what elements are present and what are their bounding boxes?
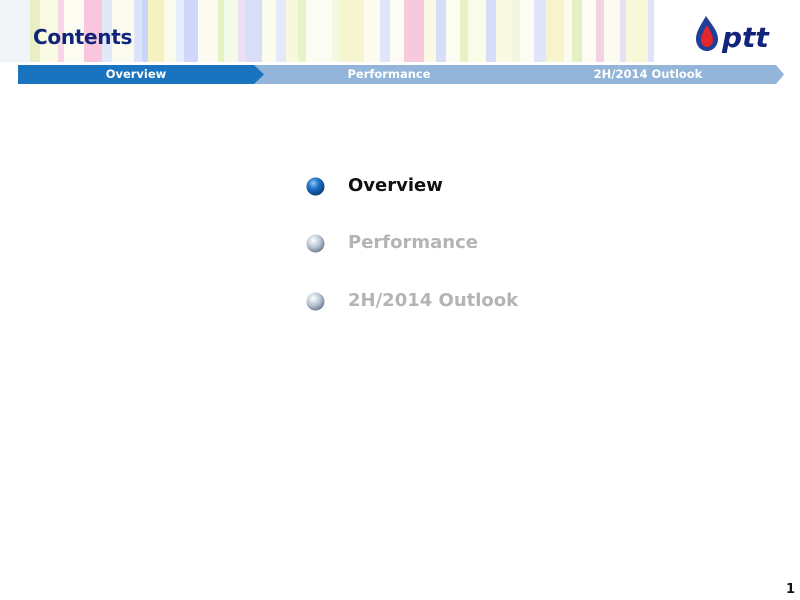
- agenda-item-label: 2H/2014 Outlook: [348, 290, 519, 311]
- nav-tab-performance[interactable]: Performance: [260, 65, 518, 84]
- agenda-item-label: Overview: [348, 175, 443, 196]
- logo-text: ptt: [721, 21, 770, 54]
- agenda-item-overview[interactable]: Overview: [306, 172, 606, 202]
- nav-tab-overview[interactable]: Overview: [18, 65, 254, 84]
- agenda-item-outlook[interactable]: 2H/2014 Outlook: [306, 287, 606, 317]
- bullet-active-icon: [306, 177, 325, 196]
- agenda-item-performance[interactable]: Performance: [306, 229, 606, 259]
- page-title: Contents: [33, 25, 133, 49]
- bullet-inactive-icon: [306, 292, 325, 311]
- nav-tab-outlook[interactable]: 2H/2014 Outlook: [520, 65, 776, 84]
- section-nav: Overview Performance 2H/2014 Outlook: [18, 65, 784, 84]
- bullet-inactive-icon: [306, 234, 325, 253]
- ptt-logo: ptt: [692, 12, 784, 56]
- page-number: 1: [786, 582, 796, 597]
- agenda-item-label: Performance: [348, 232, 478, 253]
